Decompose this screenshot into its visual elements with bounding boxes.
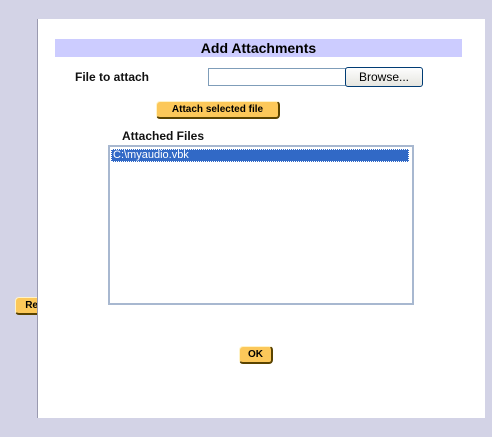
dialog-title: Add Attachments [55,39,462,57]
attached-files-list[interactable]: C:\myaudio.vbk [108,145,414,305]
attached-files-label: Attached Files [122,129,205,143]
browse-button[interactable]: Browse... [345,67,423,87]
attach-selected-file-button[interactable]: Attach selected file [156,101,280,119]
attachments-panel: Add Attachments File to attach Browse...… [37,19,485,418]
file-path-input[interactable] [208,68,348,86]
list-item[interactable]: C:\myaudio.vbk [111,149,409,162]
file-to-attach-label: File to attach [75,70,150,84]
ok-button[interactable]: OK [239,346,273,364]
